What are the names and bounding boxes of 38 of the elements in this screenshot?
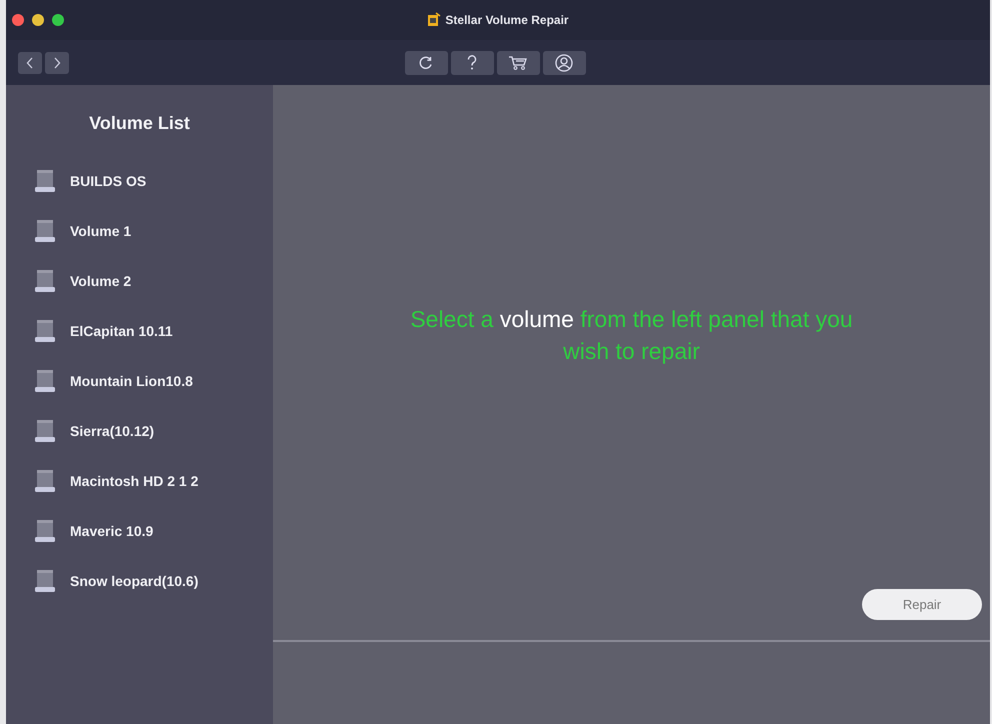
volume-name[interactable]: Volume 2 [70, 273, 132, 289]
app-icon [427, 12, 442, 27]
refresh-button[interactable] [404, 51, 448, 75]
drive-icon [34, 219, 56, 243]
instruction-text: Select a volume from the left panel that you wish to repair [409, 305, 854, 366]
drive-icon [34, 269, 56, 293]
cart-icon [508, 55, 528, 71]
refresh-icon [418, 55, 434, 71]
zoom-button[interactable] [52, 14, 64, 26]
minimize-button[interactable] [32, 14, 44, 26]
sidebar-title: Volume List [88, 113, 191, 134]
volume-name[interactable]: Mountain Lion10.8 [70, 373, 193, 389]
help-icon [467, 55, 477, 71]
volume-name[interactable]: Sierra(10.12) [70, 423, 154, 439]
drive-icon [34, 319, 56, 343]
cart-button[interactable] [496, 51, 540, 75]
volume-name[interactable]: ElCapitan 10.11 [70, 323, 173, 339]
chevron-right-icon [53, 56, 61, 68]
volume-name[interactable]: Macintosh HD 2 1 2 [70, 473, 198, 489]
drive-icon [34, 469, 56, 493]
volume-name[interactable]: Maveric 10.9 [70, 523, 154, 539]
repair-button[interactable]: Repair [862, 589, 982, 620]
window-title: Stellar Volume Repair [445, 12, 569, 26]
chevron-left-icon [26, 56, 34, 68]
back-button[interactable] [18, 52, 42, 74]
volume-name[interactable]: Snow leopard(10.6) [70, 573, 198, 589]
drive-icon [34, 519, 56, 543]
volume-name[interactable]: BUILDS OS [70, 173, 146, 189]
forward-button[interactable] [45, 52, 69, 74]
drive-icon [34, 369, 56, 393]
volume-name[interactable]: Volume 1 [70, 223, 132, 239]
close-button[interactable] [12, 14, 24, 26]
user-button[interactable] [542, 51, 586, 75]
drive-icon [34, 569, 56, 593]
drive-icon [34, 169, 56, 193]
user-icon [555, 54, 573, 72]
drive-icon [34, 419, 56, 443]
help-button[interactable] [450, 51, 494, 75]
